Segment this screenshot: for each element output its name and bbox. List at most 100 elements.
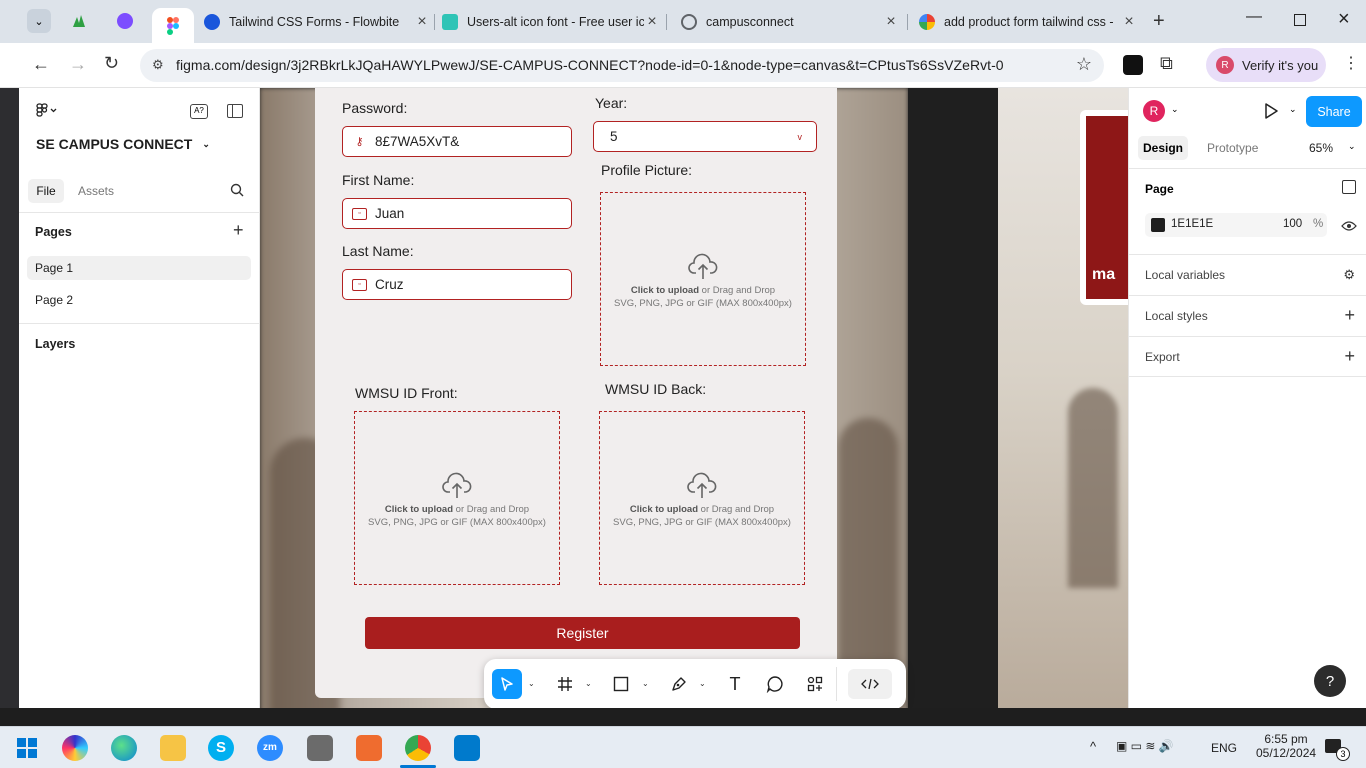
id-front-dropzone[interactable]: Click to upload or Drag and Drop SVG, PN… (354, 411, 560, 585)
help-button[interactable]: ? (1314, 665, 1346, 697)
pen-tool-button[interactable] (664, 669, 694, 699)
eye-icon[interactable] (1341, 219, 1357, 237)
tab-1[interactable]: Tailwind CSS Forms - Flowbite × (204, 8, 430, 35)
chevron-down-icon[interactable]: ⌄ (1171, 104, 1179, 115)
edge-icon[interactable] (111, 735, 137, 761)
register-button[interactable]: Register (365, 617, 800, 649)
browser-tab-strip: ⌄ Tailwind CSS Forms - Flowbite × Users-… (0, 0, 1366, 43)
pinned-tab-2-icon[interactable] (117, 13, 133, 29)
close-icon[interactable]: × (644, 13, 660, 31)
address-bar[interactable]: ⚙ figma.com/design/3j2RBkrLkJQaHAWYLPwew… (140, 49, 1104, 82)
zoom-icon[interactable]: zm (257, 735, 283, 761)
page-color-field[interactable]: 1E1E1E 100 % (1145, 213, 1327, 237)
extension-icon[interactable] (1123, 55, 1143, 75)
vscode-icon[interactable] (454, 735, 480, 761)
present-play-icon[interactable] (1263, 102, 1279, 125)
tab-design[interactable]: Design (1138, 136, 1188, 160)
verify-profile-button[interactable]: R Verify it's you (1206, 48, 1326, 82)
project-name[interactable]: SE CAMPUS CONNECT ⌄ (36, 136, 210, 152)
figma-canvas[interactable]: ma Password: ⚷ 8£7WA5XvT& Year: 5 v Firs… (260, 88, 1128, 720)
frame-tool-button[interactable] (550, 669, 580, 699)
new-tab-button[interactable]: + (1153, 10, 1165, 33)
share-button[interactable]: Share (1306, 96, 1362, 127)
page-item-1[interactable]: Page 1 (35, 261, 73, 275)
show-hidden-icons[interactable]: ^ (1090, 739, 1096, 754)
chevron-down-icon[interactable]: ⌄ (528, 679, 535, 688)
password-label: Password: (342, 100, 408, 116)
tab-2[interactable]: Users-alt icon font - Free user ic × (442, 8, 660, 35)
background-window-edge (0, 43, 19, 720)
local-styles-section[interactable]: Local styles + (1129, 295, 1366, 336)
chevron-down-icon[interactable]: ⌄ (699, 679, 706, 688)
close-icon[interactable]: × (1121, 13, 1137, 31)
chevron-down-icon[interactable]: ⌄ (585, 679, 592, 688)
close-window-button[interactable]: × (1338, 8, 1350, 31)
bookmark-star-icon[interactable]: ☆ (1076, 54, 1092, 75)
page-item-2[interactable]: Page 2 (35, 293, 73, 307)
local-variables-section[interactable]: Local variables ⚙ (1129, 254, 1366, 295)
windows-start-icon[interactable] (14, 735, 40, 761)
last-name-input[interactable]: ▫ Cruz (342, 269, 572, 300)
uicons-icon (442, 13, 458, 30)
search-icon[interactable] (230, 183, 244, 202)
chevron-down-icon[interactable]: ⌄ (1348, 141, 1356, 152)
profile-picture-dropzone[interactable]: Click to upload or Drag and Drop SVG, PN… (600, 192, 806, 366)
tab-search-button[interactable]: ⌄ (27, 9, 51, 33)
tab-prototype[interactable]: Prototype (1207, 141, 1258, 155)
zoom-level[interactable]: 65% (1309, 141, 1333, 155)
add-page-icon[interactable]: + (233, 220, 244, 241)
id-back-dropzone[interactable]: Click to upload or Drag and Drop SVG, PN… (599, 411, 805, 585)
page-opacity: 100 (1283, 218, 1303, 230)
comment-tool-button[interactable] (760, 669, 790, 699)
close-icon[interactable]: × (414, 13, 430, 31)
tab-3[interactable]: campusconnect × (681, 8, 899, 35)
chrome-icon[interactable] (405, 735, 431, 761)
font-icon[interactable]: A? (190, 104, 208, 119)
year-select[interactable]: 5 v (593, 121, 817, 152)
chevron-down-icon[interactable]: ⌄ (642, 679, 649, 688)
user-avatar[interactable]: R (1143, 100, 1165, 122)
extensions-puzzle-icon[interactable]: ⧉ (1160, 53, 1173, 74)
site-info-icon[interactable]: ⚙ (152, 57, 164, 73)
password-input[interactable]: ⚷ 8£7WA5XvT& (342, 126, 572, 157)
chevron-down-icon[interactable]: ⌄ (1289, 104, 1297, 115)
minimize-button[interactable]: — (1246, 8, 1262, 26)
tab-4[interactable]: add product form tailwind css - × (919, 8, 1137, 35)
export-section[interactable]: Export + (1129, 336, 1366, 377)
calculator-icon[interactable] (307, 735, 333, 761)
tab-assets[interactable]: Assets (78, 184, 114, 198)
file-explorer-icon[interactable] (160, 735, 186, 761)
add-style-icon[interactable]: + (1344, 305, 1355, 326)
move-tool-button[interactable] (492, 669, 522, 699)
close-icon[interactable]: × (883, 13, 899, 31)
forward-button[interactable]: → (69, 54, 87, 75)
id-card-icon: ▫ (352, 278, 367, 291)
skype-icon[interactable]: S (208, 735, 234, 761)
actions-tool-button[interactable] (800, 669, 830, 699)
tray-icons[interactable]: ▣ ▭ ≋ 🔊 (1116, 739, 1174, 753)
figma-left-panel: A? SE CAMPUS CONNECT ⌄ File Assets Pages… (19, 88, 260, 720)
language-indicator[interactable]: ENG (1211, 741, 1237, 755)
browser-menu-icon[interactable]: ⋮ (1343, 53, 1359, 73)
reload-button[interactable]: ↻ (104, 53, 119, 74)
maximize-button[interactable] (1294, 14, 1306, 26)
page-section-header: Page (1145, 182, 1174, 196)
tab-figma[interactable] (152, 8, 194, 43)
variables-settings-icon[interactable]: ⚙ (1343, 267, 1355, 283)
sidebar-toggle-icon[interactable] (227, 104, 243, 118)
add-export-icon[interactable]: + (1344, 346, 1355, 367)
shape-tool-button[interactable] (606, 669, 636, 699)
page-settings-icon[interactable] (1342, 180, 1356, 194)
logo-fragment: ma (1092, 266, 1116, 283)
tab-file[interactable]: File (28, 179, 64, 203)
pinned-tab-1-icon[interactable] (71, 13, 87, 29)
first-name-input[interactable]: ▫ Juan (342, 198, 572, 229)
back-button[interactable]: ← (32, 54, 50, 75)
xampp-icon[interactable] (356, 735, 382, 761)
copilot-icon[interactable] (62, 735, 88, 761)
clock[interactable]: 6:55 pm 05/12/2024 (1256, 732, 1316, 760)
figma-menu-icon[interactable] (36, 103, 58, 122)
color-swatch (1151, 218, 1165, 232)
dev-mode-toggle[interactable] (848, 669, 892, 699)
text-tool-button[interactable]: T (720, 669, 750, 699)
